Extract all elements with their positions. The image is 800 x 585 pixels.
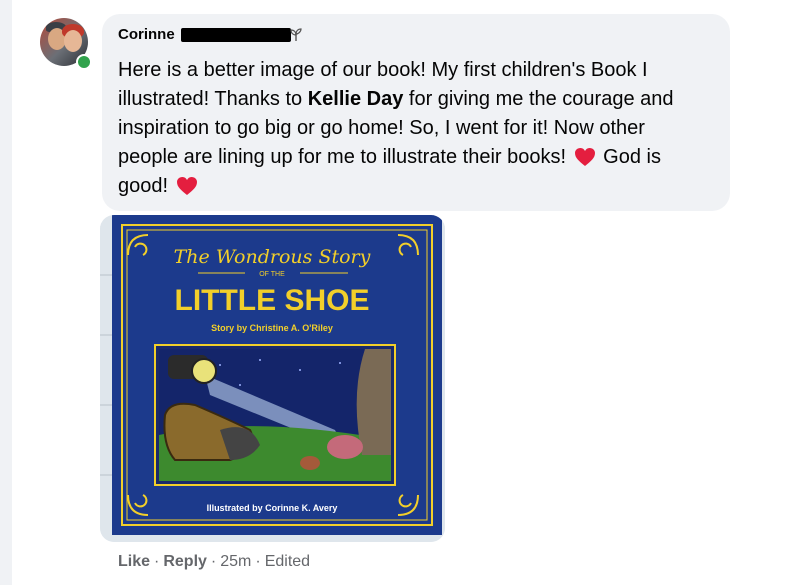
book-cover-image[interactable]: The Wondrous Story OF THE LITTLE SHOE St… [100, 215, 445, 542]
cover-title-main: LITTLE SHOE [175, 284, 370, 317]
plant-icon [290, 27, 302, 41]
online-status-dot [76, 54, 92, 70]
mention-link[interactable]: Kellie Day [308, 88, 404, 110]
reply-button[interactable]: Reply [163, 553, 207, 570]
comment-bubble: Corinne Here is a better image of our bo… [102, 14, 730, 211]
comment-author[interactable]: Corinne [118, 26, 175, 43]
book-cover-svg: The Wondrous Story OF THE LITTLE SHOE St… [100, 215, 445, 542]
edited-label[interactable]: Edited [265, 553, 310, 570]
heart-icon [574, 148, 595, 166]
redacted-surname [180, 27, 291, 42]
comment-actions: Like · Reply · 25m · Edited [118, 553, 310, 571]
comment-timestamp[interactable]: 25m [220, 553, 251, 570]
cover-illustrator: Illustrated by Corinne K. Avery [207, 503, 338, 513]
separator-dot: · [210, 553, 217, 570]
avatar-face-right [64, 30, 82, 52]
cover-of-the: OF THE [259, 271, 285, 278]
cover-byline: Story by Christine A. O'Riley [211, 323, 333, 333]
heart-icon [176, 177, 197, 195]
author-row: Corinne [118, 26, 303, 43]
cover-title-top: The Wondrous Story [174, 246, 371, 268]
left-rail [0, 0, 12, 585]
like-button[interactable]: Like [118, 553, 150, 570]
comment-text: Here is a better image of our book! My f… [118, 56, 708, 201]
separator-dot: · [255, 553, 261, 570]
separator-dot: · [154, 553, 160, 570]
